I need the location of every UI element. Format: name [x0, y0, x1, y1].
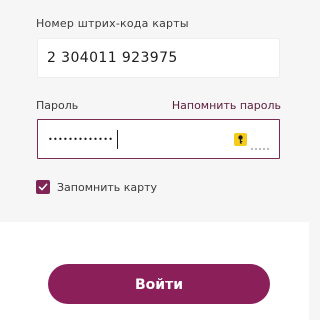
key-icon[interactable] — [234, 133, 247, 146]
remember-card-label[interactable]: Запомнить карту — [57, 181, 157, 194]
remember-card-checkbox[interactable] — [36, 180, 50, 194]
login-button[interactable]: Войти — [48, 264, 270, 304]
autofill-dots-icon — [250, 137, 270, 151]
login-form: Номер штрих-кода карты 2 304011 923975 П… — [0, 0, 309, 320]
remember-card-row: Запомнить карту — [36, 180, 157, 194]
check-icon — [38, 183, 48, 191]
password-masked-text: ••••••••••••• — [48, 135, 114, 144]
text-caret — [117, 130, 118, 149]
forgot-password-link[interactable]: Напомнить пароль — [172, 99, 281, 112]
card-number-input[interactable]: 2 304011 923975 — [37, 38, 280, 78]
card-number-label: Номер штрих-кода карты — [36, 17, 189, 30]
password-label: Пароль — [36, 99, 79, 112]
password-input[interactable]: ••••••••••••• — [37, 119, 280, 159]
